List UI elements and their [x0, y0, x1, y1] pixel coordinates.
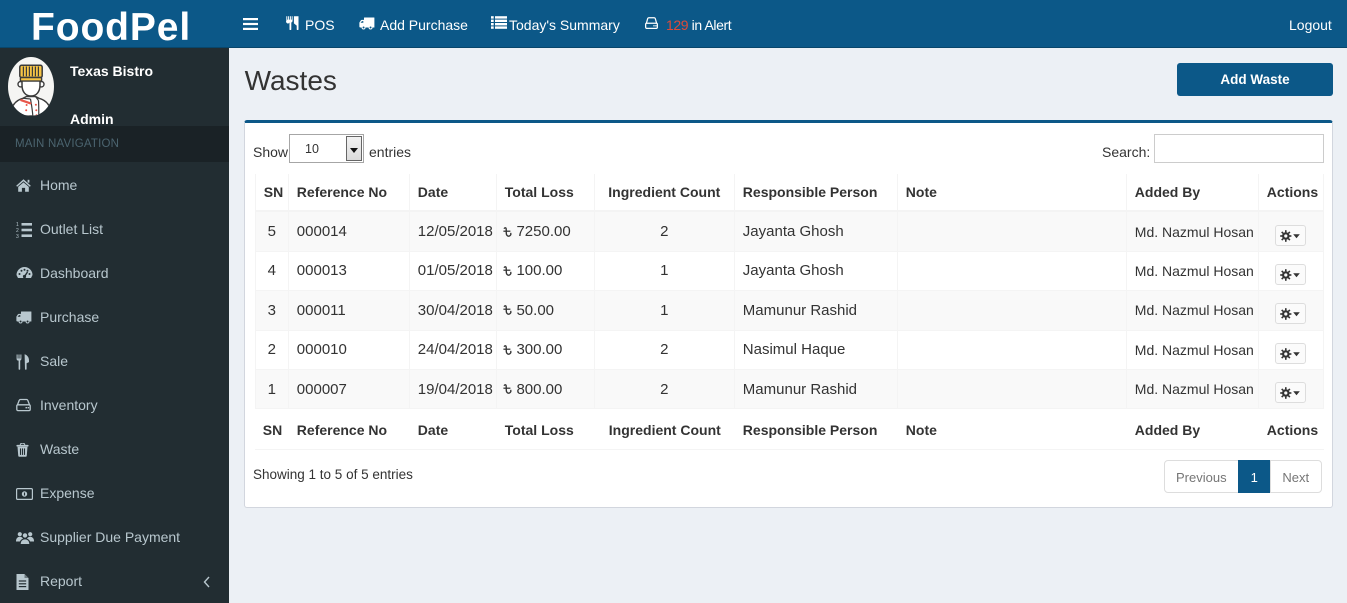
svg-text:3: 3	[16, 234, 19, 238]
